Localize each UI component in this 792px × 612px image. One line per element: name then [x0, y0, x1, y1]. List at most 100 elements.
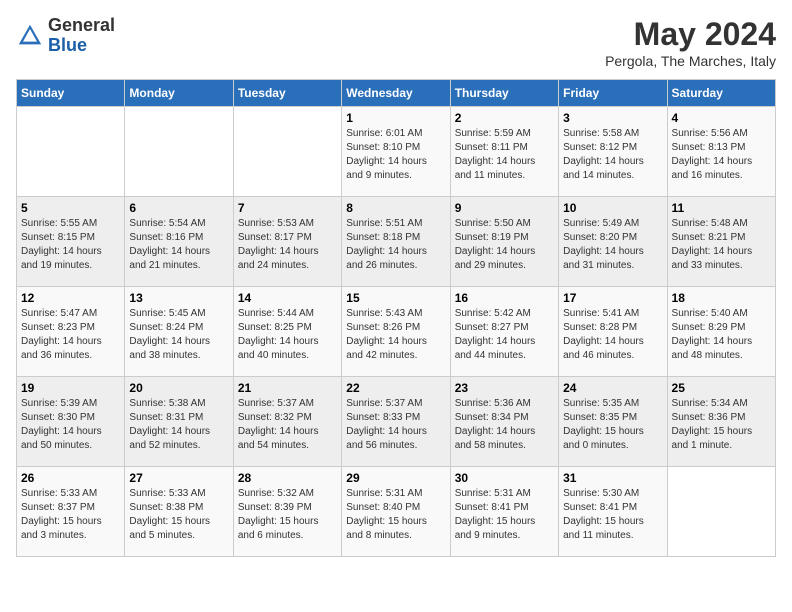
day-info: Sunrise: 5:42 AM Sunset: 8:27 PM Dayligh… — [455, 307, 554, 363]
day-number: 5 — [21, 201, 120, 215]
day-cell: 24 Sunrise: 5:35 AM Sunset: 8:35 PM Dayli… — [559, 377, 667, 467]
page-header: General Blue May 2024 Pergola, The March… — [16, 16, 776, 69]
day-info: Sunrise: 5:34 AM Sunset: 8:36 PM Dayligh… — [672, 397, 771, 453]
day-number: 6 — [129, 201, 228, 215]
day-header-wednesday: Wednesday — [342, 80, 450, 107]
day-info: Sunrise: 5:39 AM Sunset: 8:30 PM Dayligh… — [21, 397, 120, 453]
location: Pergola, The Marches, Italy — [605, 53, 776, 69]
day-number: 7 — [238, 201, 337, 215]
week-row-3: 19Sunrise: 5:39 AM Sunset: 8:30 PM Dayli… — [17, 377, 776, 467]
day-cell: 21Sunrise: 5:37 AM Sunset: 8:32 PM Dayli… — [233, 377, 341, 467]
day-number: 18 — [672, 291, 771, 305]
day-number: 28 — [238, 471, 337, 485]
day-cell — [667, 467, 775, 557]
week-row-0: 1Sunrise: 6:01 AM Sunset: 8:10 PM Daylig… — [17, 107, 776, 197]
day-number: 26 — [21, 471, 120, 485]
day-cell — [233, 107, 341, 197]
logo: General Blue — [16, 16, 115, 56]
day-info: Sunrise: 5:35 AM Sunset: 8:35 PM Dayligh… — [563, 397, 662, 453]
day-cell: 23Sunrise: 5:36 AM Sunset: 8:34 PM Dayli… — [450, 377, 558, 467]
day-cell: 10 Sunrise: 5:49 AM Sunset: 8:20 PM Dayli… — [559, 197, 667, 287]
day-cell: 15 Sunrise: 5:43 AM Sunset: 8:26 PM Dayli… — [342, 287, 450, 377]
logo-icon — [16, 22, 44, 50]
calendar-header: SundayMondayTuesdayWednesdayThursdayFrid… — [17, 80, 776, 107]
title-block: May 2024 Pergola, The Marches, Italy — [605, 16, 776, 69]
day-number: 16 — [455, 291, 554, 305]
day-info: Sunrise: 5:30 AM Sunset: 8:41 PM Dayligh… — [563, 487, 662, 543]
day-info: Sunrise: 5:47 AM Sunset: 8:23 PM Dayligh… — [21, 307, 120, 363]
calendar-body: 1Sunrise: 6:01 AM Sunset: 8:10 PM Daylig… — [17, 107, 776, 557]
day-cell: 30 Sunrise: 5:31 AM Sunset: 8:41 PM Dayli… — [450, 467, 558, 557]
day-number: 27 — [129, 471, 228, 485]
day-cell: 31 Sunrise: 5:30 AM Sunset: 8:41 PM Dayli… — [559, 467, 667, 557]
week-row-2: 12 Sunrise: 5:47 AM Sunset: 8:23 PM Dayli… — [17, 287, 776, 377]
day-number: 13 — [129, 291, 228, 305]
day-cell: 27 Sunrise: 5:33 AM Sunset: 8:38 PM Dayli… — [125, 467, 233, 557]
day-number: 8 — [346, 201, 445, 215]
day-cell: 6 Sunrise: 5:54 AM Sunset: 8:16 PM Daylig… — [125, 197, 233, 287]
day-info: Sunrise: 5:40 AM Sunset: 8:29 PM Dayligh… — [672, 307, 771, 363]
day-cell: 12 Sunrise: 5:47 AM Sunset: 8:23 PM Dayli… — [17, 287, 125, 377]
day-cell: 28 Sunrise: 5:32 AM Sunset: 8:39 PM Dayli… — [233, 467, 341, 557]
day-info: Sunrise: 5:32 AM Sunset: 8:39 PM Dayligh… — [238, 487, 337, 543]
day-cell: 8 Sunrise: 5:51 AM Sunset: 8:18 PM Daylig… — [342, 197, 450, 287]
day-info: Sunrise: 5:49 AM Sunset: 8:20 PM Dayligh… — [563, 217, 662, 273]
day-cell: 22 Sunrise: 5:37 AM Sunset: 8:33 PM Dayli… — [342, 377, 450, 467]
day-number: 25 — [672, 381, 771, 395]
day-number: 22 — [346, 381, 445, 395]
day-number: 4 — [672, 111, 771, 125]
day-cell: 17 Sunrise: 5:41 AM Sunset: 8:28 PM Dayli… — [559, 287, 667, 377]
day-info: Sunrise: 5:36 AM Sunset: 8:34 PM Dayligh… — [455, 397, 554, 453]
day-info: Sunrise: 5:43 AM Sunset: 8:26 PM Dayligh… — [346, 307, 445, 363]
day-cell: 16 Sunrise: 5:42 AM Sunset: 8:27 PM Dayli… — [450, 287, 558, 377]
day-header-friday: Friday — [559, 80, 667, 107]
day-info: Sunrise: 5:41 AM Sunset: 8:28 PM Dayligh… — [563, 307, 662, 363]
day-number: 30 — [455, 471, 554, 485]
day-cell: 29Sunrise: 5:31 AM Sunset: 8:40 PM Dayli… — [342, 467, 450, 557]
day-number: 24 — [563, 381, 662, 395]
day-info: Sunrise: 5:44 AM Sunset: 8:25 PM Dayligh… — [238, 307, 337, 363]
day-number: 17 — [563, 291, 662, 305]
day-info: Sunrise: 5:37 AM Sunset: 8:33 PM Dayligh… — [346, 397, 445, 453]
day-cell: 5Sunrise: 5:55 AM Sunset: 8:15 PM Daylig… — [17, 197, 125, 287]
day-number: 11 — [672, 201, 771, 215]
day-cell: 25 Sunrise: 5:34 AM Sunset: 8:36 PM Dayli… — [667, 377, 775, 467]
days-row: SundayMondayTuesdayWednesdayThursdayFrid… — [17, 80, 776, 107]
day-cell: 13 Sunrise: 5:45 AM Sunset: 8:24 PM Dayli… — [125, 287, 233, 377]
day-info: Sunrise: 5:33 AM Sunset: 8:37 PM Dayligh… — [21, 487, 120, 543]
day-cell: 18 Sunrise: 5:40 AM Sunset: 8:29 PM Dayli… — [667, 287, 775, 377]
day-info: Sunrise: 5:31 AM Sunset: 8:41 PM Dayligh… — [455, 487, 554, 543]
day-cell: 26 Sunrise: 5:33 AM Sunset: 8:37 PM Dayli… — [17, 467, 125, 557]
day-number: 15 — [346, 291, 445, 305]
day-number: 20 — [129, 381, 228, 395]
day-info: Sunrise: 5:48 AM Sunset: 8:21 PM Dayligh… — [672, 217, 771, 273]
day-number: 31 — [563, 471, 662, 485]
day-number: 2 — [455, 111, 554, 125]
day-header-monday: Monday — [125, 80, 233, 107]
day-header-sunday: Sunday — [17, 80, 125, 107]
day-cell: 20 Sunrise: 5:38 AM Sunset: 8:31 PM Dayli… — [125, 377, 233, 467]
day-cell: 14 Sunrise: 5:44 AM Sunset: 8:25 PM Dayli… — [233, 287, 341, 377]
day-number: 12 — [21, 291, 120, 305]
day-info: Sunrise: 5:56 AM Sunset: 8:13 PM Dayligh… — [672, 127, 771, 183]
day-cell: 7 Sunrise: 5:53 AM Sunset: 8:17 PM Daylig… — [233, 197, 341, 287]
day-info: Sunrise: 5:54 AM Sunset: 8:16 PM Dayligh… — [129, 217, 228, 273]
month-title: May 2024 — [605, 16, 776, 53]
day-info: Sunrise: 5:51 AM Sunset: 8:18 PM Dayligh… — [346, 217, 445, 273]
day-info: Sunrise: 5:38 AM Sunset: 8:31 PM Dayligh… — [129, 397, 228, 453]
day-info: Sunrise: 5:33 AM Sunset: 8:38 PM Dayligh… — [129, 487, 228, 543]
day-header-saturday: Saturday — [667, 80, 775, 107]
day-info: Sunrise: 5:58 AM Sunset: 8:12 PM Dayligh… — [563, 127, 662, 183]
day-cell: 19Sunrise: 5:39 AM Sunset: 8:30 PM Dayli… — [17, 377, 125, 467]
day-number: 14 — [238, 291, 337, 305]
day-number: 3 — [563, 111, 662, 125]
day-info: Sunrise: 5:53 AM Sunset: 8:17 PM Dayligh… — [238, 217, 337, 273]
day-number: 10 — [563, 201, 662, 215]
day-number: 1 — [346, 111, 445, 125]
day-info: Sunrise: 5:37 AM Sunset: 8:32 PM Dayligh… — [238, 397, 337, 453]
day-info: Sunrise: 5:45 AM Sunset: 8:24 PM Dayligh… — [129, 307, 228, 363]
day-cell: 4 Sunrise: 5:56 AM Sunset: 8:13 PM Daylig… — [667, 107, 775, 197]
calendar-table: SundayMondayTuesdayWednesdayThursdayFrid… — [16, 79, 776, 557]
logo-text: General Blue — [48, 16, 115, 56]
week-row-1: 5Sunrise: 5:55 AM Sunset: 8:15 PM Daylig… — [17, 197, 776, 287]
